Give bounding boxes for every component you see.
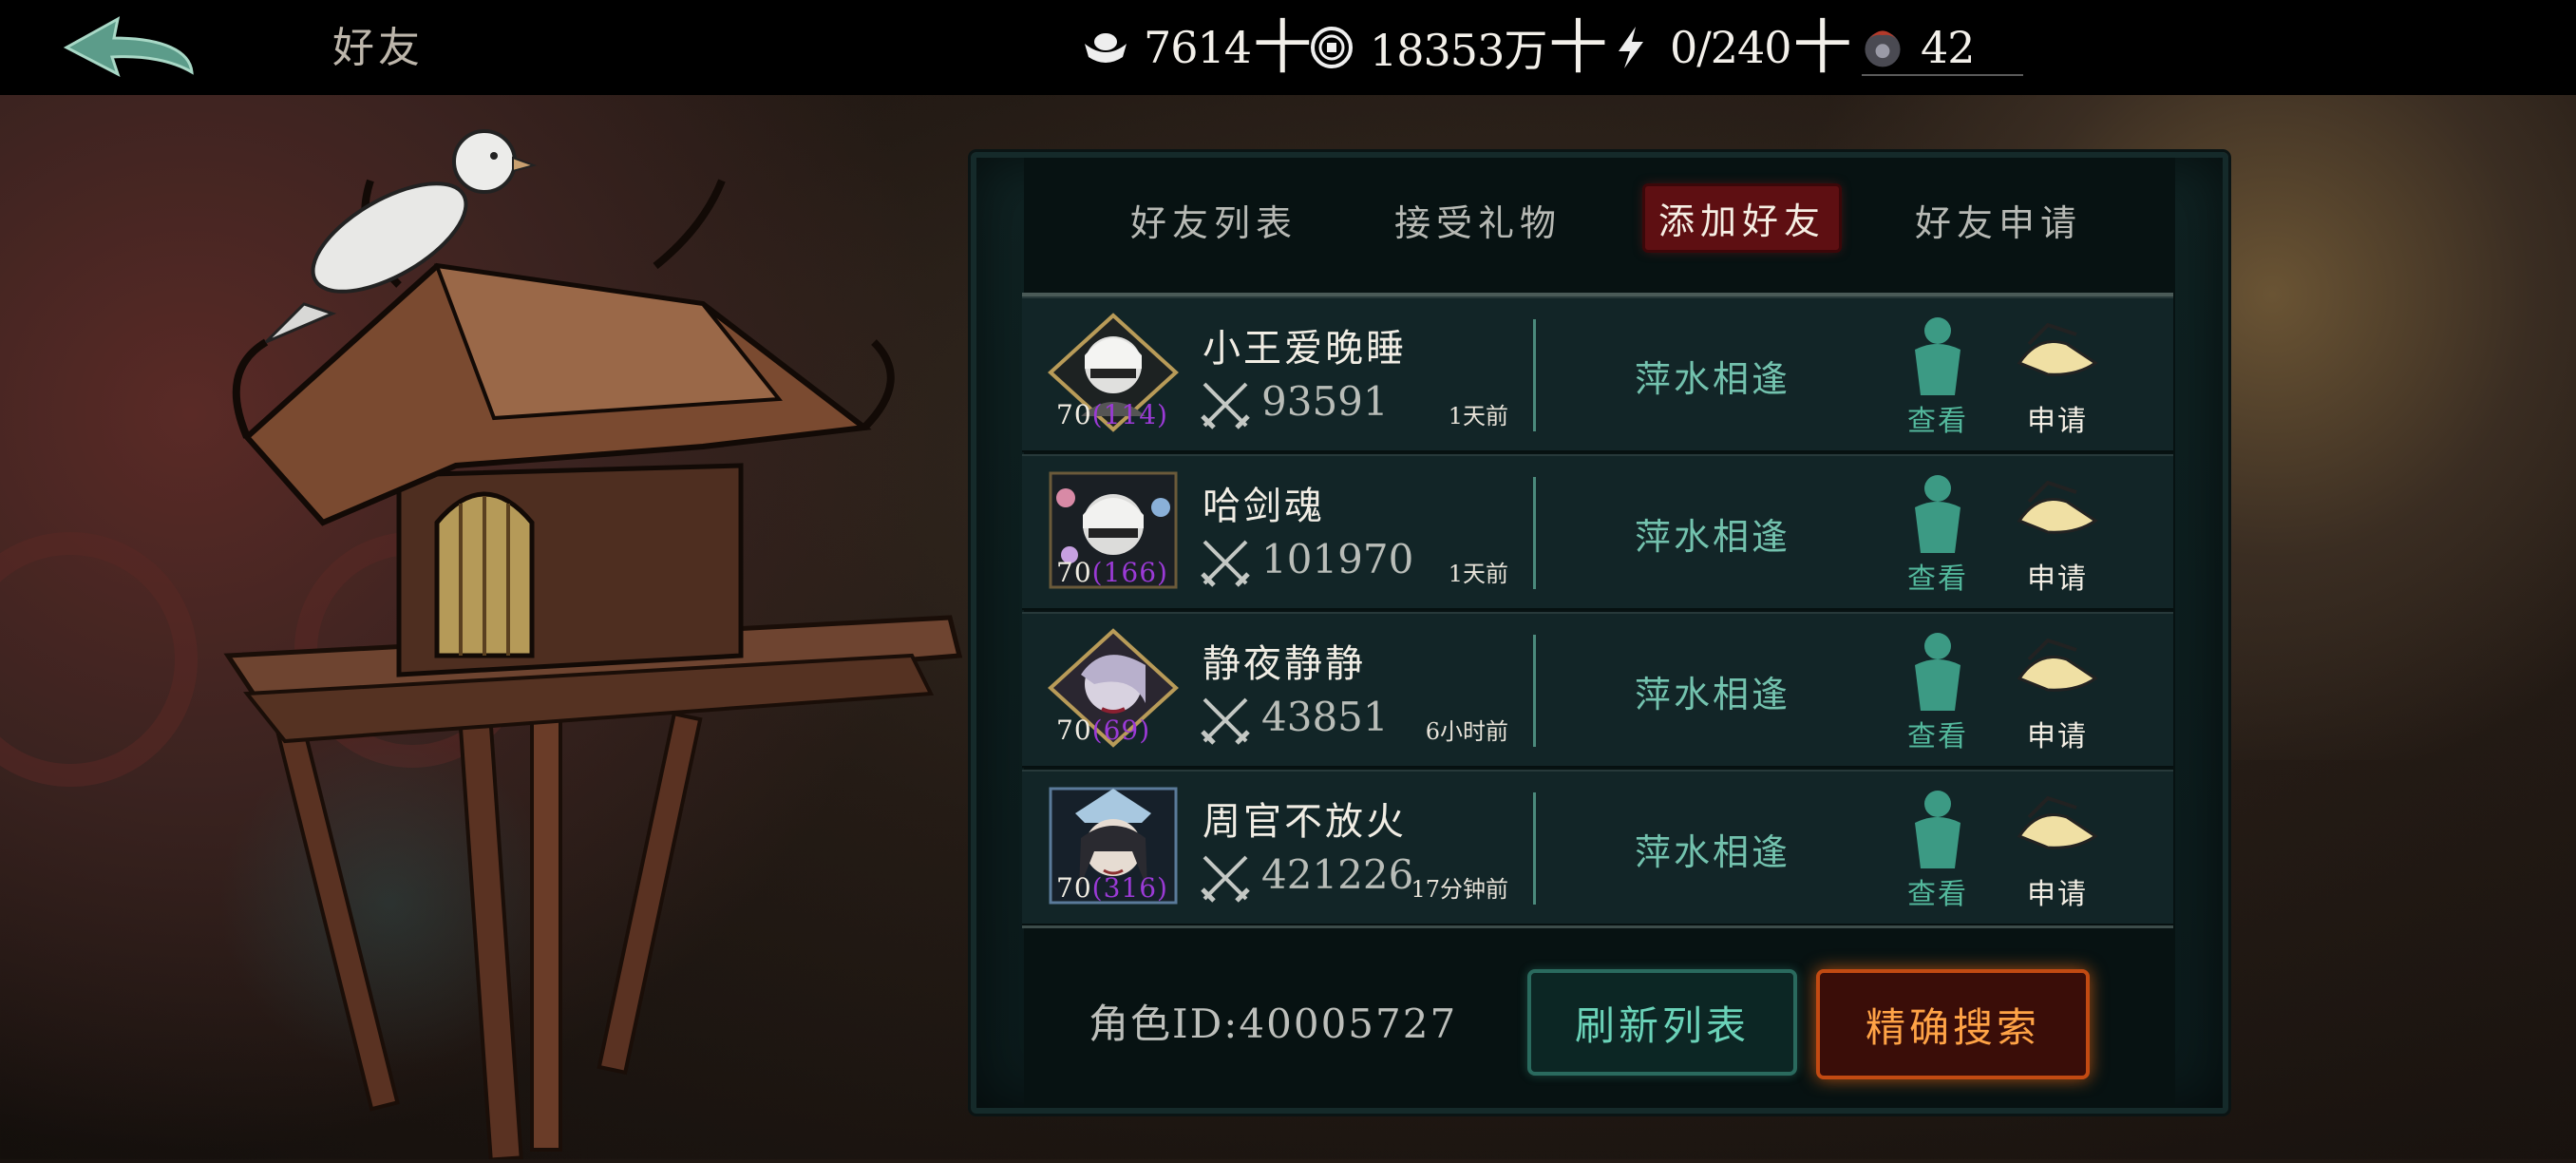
salute-hands-icon	[2017, 795, 2098, 849]
person-silhouette-icon	[1915, 633, 1960, 711]
apply-button[interactable]: 申请	[2010, 473, 2105, 596]
silver-resource: 7614 十	[1081, 17, 1312, 78]
copper-coin-icon	[1307, 23, 1356, 72]
player-level: 70(166)	[1056, 557, 1168, 588]
silver-add-button[interactable]: 十	[1253, 18, 1312, 77]
stamina-add-button[interactable]: 十	[1793, 18, 1852, 77]
view-button[interactable]: 查看	[1894, 631, 1981, 753]
apply-label: 申请	[2027, 562, 2088, 596]
relation-status: 萍水相逢	[1635, 674, 1791, 715]
spirit-token-icon	[1858, 23, 1907, 72]
apply-button[interactable]: 申请	[2010, 789, 2105, 911]
row-separator	[1533, 792, 1536, 905]
coin-value: 18353万	[1370, 25, 1547, 76]
salute-hands-icon	[2017, 638, 2098, 692]
silver-ingot-icon	[1081, 23, 1130, 72]
last-online: 1天前	[1448, 561, 1508, 587]
resource-underline	[1862, 74, 2023, 76]
apply-button[interactable]: 申请	[2010, 315, 2105, 438]
spirit-resource: 42	[1858, 17, 1976, 78]
coin-resource: 18353万 十	[1307, 17, 1607, 78]
relation-status: 萍水相逢	[1635, 516, 1791, 558]
list-bottom-divider	[1022, 925, 2173, 928]
tab-receive-gift[interactable]: 接受礼物	[1394, 194, 1562, 246]
relation-status: 萍水相逢	[1635, 358, 1791, 400]
crossed-swords-icon	[1199, 378, 1252, 431]
row-separator	[1533, 319, 1536, 431]
stamina-value: 0/240	[1670, 22, 1792, 73]
player-level: 70(69)	[1056, 715, 1151, 746]
friend-row: 70(69) 静夜静静 43851 6小时前 萍水相逢 查看 申请	[1022, 612, 2173, 768]
tab-add-friend[interactable]: 添加好友	[1645, 186, 1840, 250]
last-online: 1天前	[1448, 403, 1508, 429]
player-name: 小王爱晚睡	[1203, 327, 1407, 371]
player-name: 周官不放火	[1203, 800, 1407, 844]
page-title: 好友	[332, 24, 424, 72]
view-button[interactable]: 查看	[1894, 789, 1981, 911]
stamina-resource: 0/240 十	[1607, 17, 1852, 78]
row-separator	[1533, 635, 1536, 747]
salute-hands-icon	[2017, 322, 2098, 376]
apply-label: 申请	[2027, 720, 2088, 753]
person-silhouette-icon	[1915, 475, 1960, 553]
crossed-swords-icon	[1199, 536, 1252, 589]
role-id: 角色ID:40005727	[1089, 1001, 1458, 1047]
view-label: 查看	[1907, 405, 1968, 438]
relation-status: 萍水相逢	[1635, 831, 1791, 873]
silver-value: 7614	[1144, 22, 1252, 73]
person-silhouette-icon	[1915, 791, 1960, 868]
combat-power: 43851	[1261, 694, 1389, 740]
tab-friend-list[interactable]: 好友列表	[1130, 194, 1297, 246]
friend-row: 70(114) 小王爱晚睡 93591 1天前 萍水相逢 查看 申请	[1022, 296, 2173, 452]
view-label: 查看	[1907, 878, 1968, 911]
lightning-icon	[1607, 23, 1657, 72]
view-button[interactable]: 查看	[1894, 473, 1981, 596]
person-silhouette-icon	[1915, 317, 1960, 395]
crossed-swords-icon	[1199, 851, 1252, 905]
apply-label: 申请	[2027, 405, 2088, 438]
tab-bar: 好友列表 接受礼物 添加好友 好友申请	[1045, 181, 2185, 266]
player-name: 静夜静静	[1203, 642, 1366, 686]
exact-search-button[interactable]: 精确搜索	[1816, 969, 2090, 1079]
back-arrow-icon	[63, 16, 194, 78]
last-online: 17分钟前	[1411, 876, 1508, 903]
back-button[interactable]	[59, 13, 211, 84]
row-separator	[1533, 477, 1536, 589]
refresh-list-button[interactable]: 刷新列表	[1527, 969, 1797, 1076]
combat-power: 101970	[1261, 536, 1414, 582]
last-online: 6小时前	[1425, 718, 1508, 745]
apply-label: 申请	[2027, 878, 2088, 911]
bird-house-illustration	[209, 124, 969, 1162]
player-level: 70(316)	[1056, 872, 1168, 904]
combat-power: 93591	[1261, 378, 1389, 425]
view-label: 查看	[1907, 720, 1968, 753]
combat-power: 421226	[1261, 851, 1414, 898]
view-label: 查看	[1907, 562, 1968, 596]
apply-button[interactable]: 申请	[2010, 631, 2105, 753]
friend-row: 70(166) 哈剑魂 101970 1天前 萍水相逢 查看 申请	[1022, 454, 2173, 610]
crossed-swords-icon	[1199, 694, 1252, 747]
player-level: 70(114)	[1056, 399, 1168, 430]
top-bar: 好友 7614 十 18353万 十 0/240 十 42	[0, 0, 2576, 95]
friend-row: 70(316) 周官不放火 421226 17分钟前 萍水相逢 查看 申请	[1022, 770, 2173, 925]
salute-hands-icon	[2017, 480, 2098, 534]
player-name: 哈剑魂	[1203, 485, 1325, 528]
coin-add-button[interactable]: 十	[1548, 18, 1607, 77]
tab-friend-request[interactable]: 好友申请	[1915, 194, 2082, 246]
spirit-value: 42	[1921, 22, 1976, 73]
view-button[interactable]: 查看	[1894, 315, 1981, 438]
